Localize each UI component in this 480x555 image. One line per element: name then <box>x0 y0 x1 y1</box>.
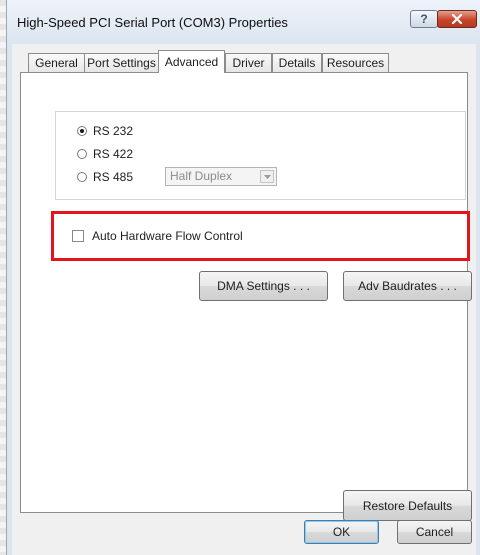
radio-rs232[interactable]: RS 232 <box>77 124 133 138</box>
flow-control-checkbox[interactable] <box>72 230 84 242</box>
title-bar: High-Speed PCI Serial Port (COM3) Proper… <box>7 0 480 44</box>
help-button[interactable]: ? <box>410 10 438 28</box>
cancel-button[interactable]: Cancel <box>397 520 472 544</box>
close-button[interactable] <box>437 10 477 28</box>
radio-rs422-label: RS 422 <box>93 147 134 161</box>
tab-details[interactable]: Details <box>272 53 322 72</box>
flow-control-label: Auto Hardware Flow Control <box>92 229 243 243</box>
tab-advanced[interactable]: Advanced <box>158 50 225 73</box>
duplex-select[interactable]: Half Duplex <box>165 167 277 186</box>
ok-button[interactable]: OK <box>304 520 379 544</box>
tab-general[interactable]: General <box>28 53 85 72</box>
help-icon: ? <box>420 12 428 26</box>
close-icon <box>451 14 463 24</box>
radio-rs485-indicator[interactable] <box>77 172 87 182</box>
dma-settings-button[interactable]: DMA Settings . . . <box>199 271 328 301</box>
radio-rs232-indicator[interactable] <box>77 126 87 136</box>
tab-port-settings[interactable]: Port Settings <box>84 53 159 72</box>
radio-rs485-label: RS 485 <box>93 170 134 184</box>
tab-resources[interactable]: Resources <box>322 53 389 72</box>
radio-rs232-label: RS 232 <box>93 124 134 138</box>
tab-driver[interactable]: Driver <box>225 53 272 72</box>
radio-rs422-indicator[interactable] <box>77 149 87 159</box>
chevron-down-icon[interactable] <box>260 170 274 183</box>
advanced-panel: RS 232 RS 422 RS 485 Half Duplex Auto Ha… <box>20 72 472 521</box>
restore-defaults-button[interactable]: Restore Defaults <box>343 490 472 521</box>
window-title: High-Speed PCI Serial Port (COM3) Proper… <box>17 15 288 30</box>
properties-window: High-Speed PCI Serial Port (COM3) Proper… <box>6 0 480 555</box>
adv-baudrates-button[interactable]: Adv Baudrates . . . <box>343 271 472 301</box>
duplex-select-value: Half Duplex <box>170 169 233 183</box>
dialog-body: General Port Settings Advanced Driver De… <box>12 44 476 555</box>
radio-rs422[interactable]: RS 422 <box>77 147 133 161</box>
radio-rs485[interactable]: RS 485 <box>77 170 133 184</box>
